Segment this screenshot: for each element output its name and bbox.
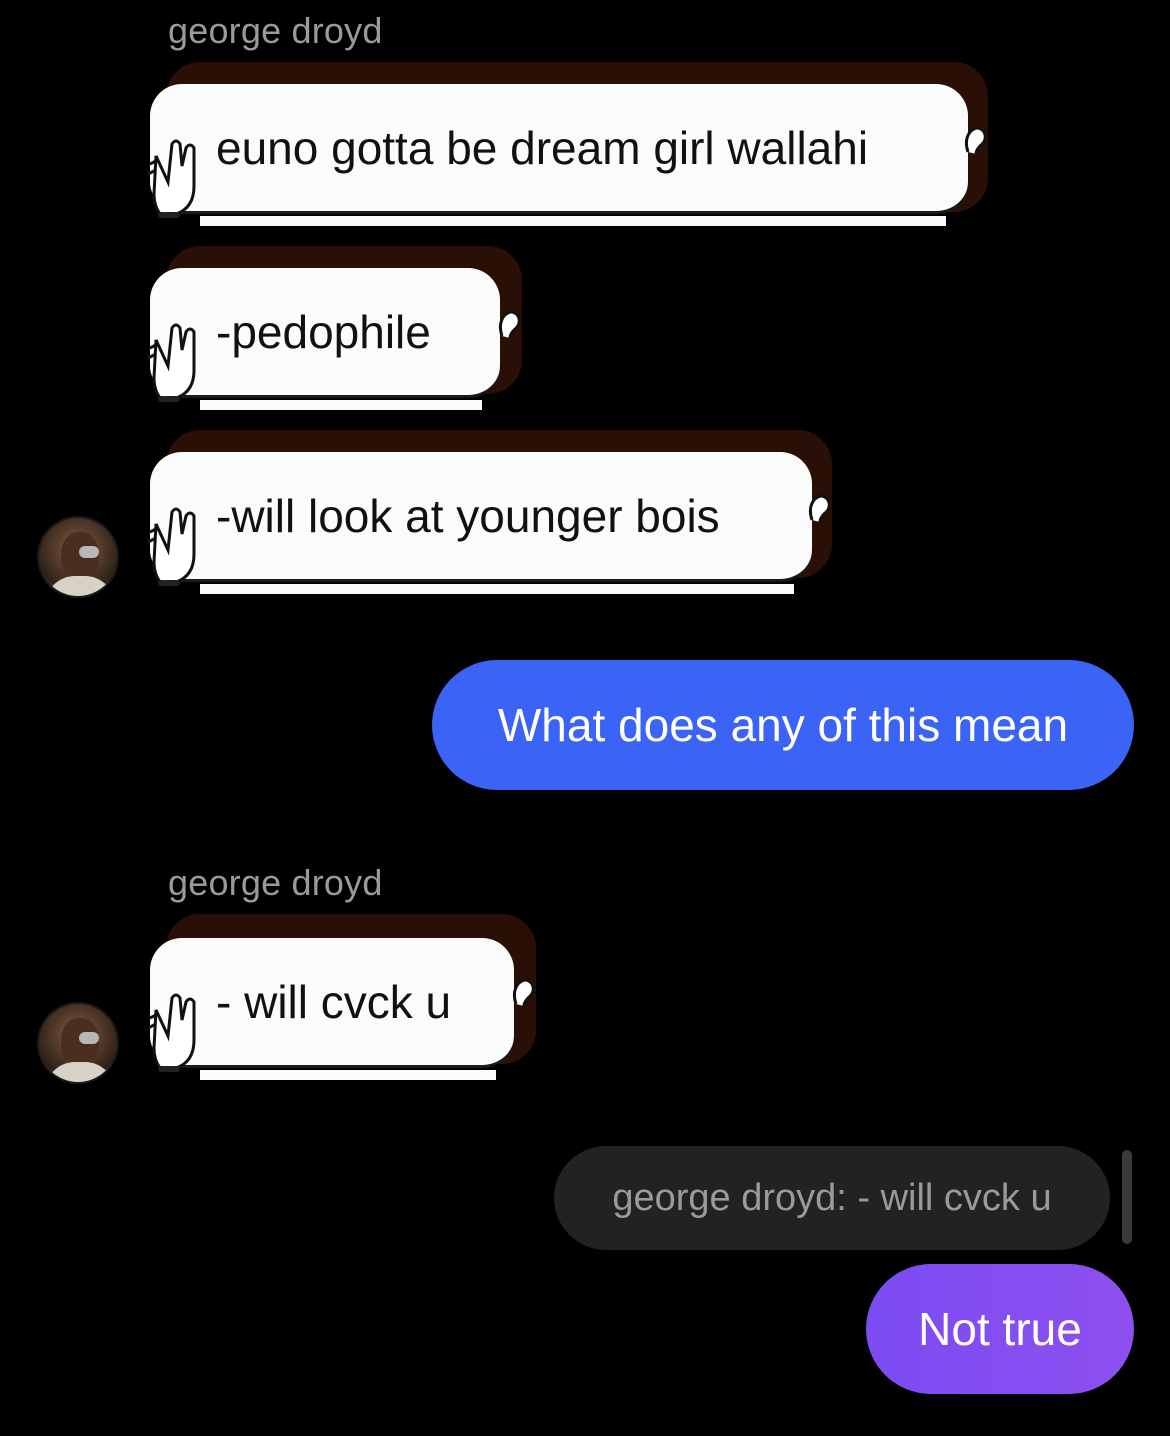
outgoing-message[interactable]: Not true	[866, 1264, 1134, 1394]
waving-hand-icon	[147, 993, 196, 1072]
incoming-message[interactable]: -pedophile	[150, 268, 500, 398]
waving-hand-icon	[147, 139, 196, 218]
avatar[interactable]	[37, 516, 119, 598]
outgoing-message-text: What does any of this mean	[497, 699, 1069, 751]
incoming-message-text: -will look at younger bois	[216, 489, 720, 542]
bubble-underline	[200, 1070, 496, 1080]
bubble-underline	[200, 584, 794, 594]
incoming-message[interactable]: euno gotta be dream girl wallahi	[150, 84, 968, 214]
ear-icon	[498, 310, 521, 339]
incoming-message-text: euno gotta be dream girl wallahi	[216, 121, 869, 174]
bubble-underline	[200, 400, 482, 410]
ear-icon	[808, 494, 831, 523]
avatar-shoulders	[45, 576, 115, 596]
reply-quote[interactable]: george droyd: - will cvck u	[554, 1146, 1110, 1250]
incoming-message[interactable]: - will cvck u	[150, 938, 514, 1068]
ear-icon	[512, 978, 535, 1007]
waving-hand-icon	[147, 323, 196, 402]
bubble-underline	[200, 216, 946, 226]
incoming-message-text: - will cvck u	[216, 975, 452, 1028]
outgoing-message[interactable]: What does any of this mean	[432, 660, 1134, 790]
avatar-eyepiece	[79, 546, 99, 558]
avatar-shoulders	[45, 1062, 115, 1082]
ear-icon	[964, 126, 987, 155]
sender-name: george droyd	[168, 862, 383, 903]
reply-indicator-bar	[1122, 1150, 1132, 1244]
sender-name: george droyd	[168, 10, 383, 51]
avatar[interactable]	[37, 1002, 119, 1084]
outgoing-message-text: Not true	[918, 1303, 1082, 1355]
incoming-message[interactable]: -will look at younger bois	[150, 452, 812, 582]
waving-hand-icon	[147, 507, 196, 586]
incoming-message-text: -pedophile	[216, 305, 431, 358]
reply-quote-text: george droyd: - will cvck u	[612, 1176, 1052, 1219]
avatar-eyepiece	[79, 1032, 99, 1044]
